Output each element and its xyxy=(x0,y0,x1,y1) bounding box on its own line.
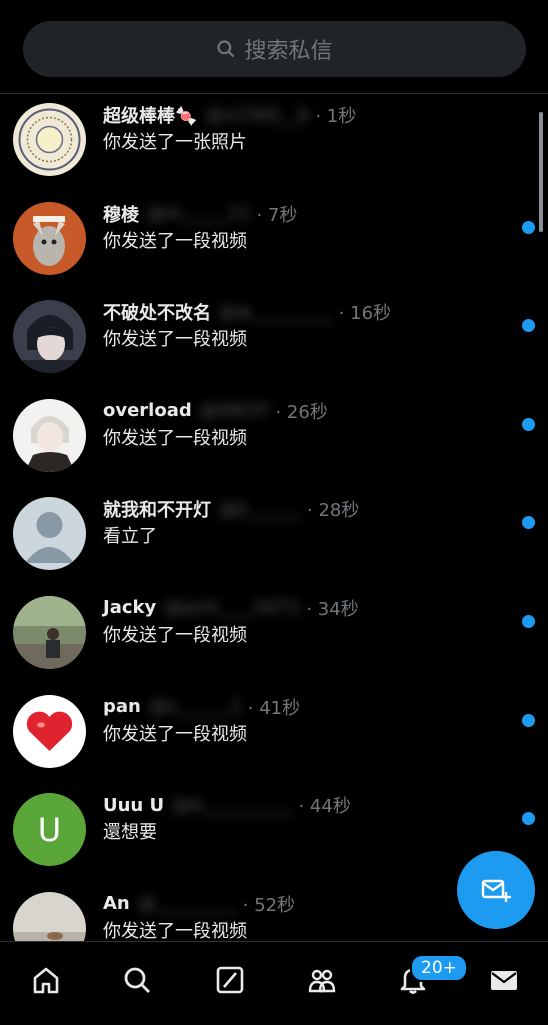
conversation-preview: 你发送了一段视频 xyxy=(103,427,247,449)
avatar[interactable] xyxy=(13,891,86,941)
bottom-nav: 20+ xyxy=(0,941,548,1025)
conversation-row[interactable]: 超级棒棒🍬 @x1560__6 · 1秒 你发送了一张照片 xyxy=(0,94,548,193)
avatar[interactable] xyxy=(13,300,86,374)
avatar[interactable]: U xyxy=(13,793,86,867)
conversation-preview: 你发送了一段视频 xyxy=(103,624,247,646)
nav-grok[interactable] xyxy=(210,960,250,1000)
nav-communities[interactable] xyxy=(302,960,342,1000)
conversation-name: 穆棱 xyxy=(103,204,139,226)
avatar[interactable] xyxy=(13,201,86,275)
unread-dot xyxy=(522,812,535,826)
nav-search[interactable] xyxy=(117,960,157,1000)
conversation-name: overload xyxy=(103,400,192,422)
conversation-row[interactable]: 穆棱 @m_____11 · 7秒 你发送了一段视频 xyxy=(0,193,548,292)
nav-home[interactable] xyxy=(26,960,66,1000)
conversation-row[interactable]: 就我和不开灯 @jl______ · 28秒 看立了 xyxy=(0,488,548,587)
conversation-name: Uuu U xyxy=(103,794,165,816)
unread-dot xyxy=(522,614,535,628)
search-placeholder: 搜索私信 xyxy=(244,39,333,64)
messages-icon xyxy=(491,971,517,990)
new-message-icon xyxy=(481,879,511,902)
conversation-time: · 16秒 xyxy=(338,303,392,325)
conversation-name: 不破处不改名 xyxy=(103,303,211,325)
conversation-handle: @A__________ xyxy=(172,794,293,816)
scrollbar[interactable] xyxy=(539,112,543,232)
conversation-preview: 你发送了一张照片 xyxy=(103,132,247,153)
conversation-row[interactable]: overload @4W3Y · 26秒 你发送了一段视频 xyxy=(0,390,548,489)
notifications-badge: 20+ xyxy=(410,954,468,982)
conversation-preview: 你发送了一段视频 xyxy=(103,920,247,941)
conversation-time: · 41秒 xyxy=(247,697,301,719)
conversation-handle: @jl______ xyxy=(219,498,302,520)
conversation-list[interactable]: 超级棒棒🍬 @x1560__6 · 1秒 你发送了一张照片 穆棱 @m_____… xyxy=(0,94,548,941)
new-message-button[interactable] xyxy=(457,851,535,929)
conversation-preview: 你发送了一段视频 xyxy=(103,723,247,745)
unread-dot xyxy=(522,220,535,234)
avatar[interactable] xyxy=(13,497,86,571)
conversation-handle: @w_________ xyxy=(219,301,333,323)
search-input[interactable]: 搜索私信 xyxy=(23,21,526,77)
communities-icon xyxy=(308,969,336,993)
conversation-time: · 34秒 xyxy=(306,598,359,620)
conversation-row[interactable]: Jacky @jack____h071 · 34秒 你发送了一段视频 xyxy=(0,587,548,686)
unread-dot xyxy=(522,319,535,333)
unread-dot xyxy=(522,417,535,431)
conversation-handle: @jack____h071 xyxy=(164,597,301,619)
conversation-name: 就我和不开灯 xyxy=(103,500,211,522)
conversation-time: · 7秒 xyxy=(256,204,298,226)
conversation-time: · 52秒 xyxy=(242,894,296,916)
conversation-handle: @z______1 xyxy=(148,696,242,718)
avatar[interactable] xyxy=(13,694,86,768)
unread-dot xyxy=(522,713,535,727)
conversation-preview: 還想要 xyxy=(103,822,157,844)
conversation-time: · 28秒 xyxy=(307,500,360,522)
conversation-preview: 看立了 xyxy=(103,526,157,548)
search-icon xyxy=(124,967,150,993)
conversation-handle: @4W3Y xyxy=(199,400,270,422)
conversation-name: pan xyxy=(103,696,141,718)
conversation-preview: 你发送了一段视频 xyxy=(103,329,247,351)
conversation-time: · 26秒 xyxy=(275,401,328,423)
conversation-handle: @x1560__6 xyxy=(205,104,310,126)
conversation-preview: 你发送了一段视频 xyxy=(103,230,247,252)
home-icon xyxy=(33,967,59,994)
conversation-time: · 1秒 xyxy=(315,106,357,127)
conversation-handle: @_________ xyxy=(137,893,237,915)
avatar[interactable] xyxy=(13,398,86,472)
conversation-handle: @m_____11 xyxy=(147,203,251,225)
conversation-name: An xyxy=(103,893,130,915)
grok-icon xyxy=(216,966,244,994)
conversation-time: · 44秒 xyxy=(298,796,351,818)
conversation-row[interactable]: pan @z______1 · 41秒 你发送了一段视频 xyxy=(0,686,548,785)
conversation-name: Jacky xyxy=(103,597,157,619)
conversation-name: 超级棒棒🍬 xyxy=(103,106,198,127)
search-icon xyxy=(217,40,235,58)
avatar[interactable] xyxy=(13,103,86,176)
unread-dot xyxy=(522,516,535,530)
avatar[interactable] xyxy=(13,595,86,669)
nav-messages[interactable] xyxy=(484,960,524,1000)
svg-text:U: U xyxy=(38,811,61,849)
conversation-row[interactable]: 不破处不改名 @w_________ · 16秒 你发送了一段视频 xyxy=(0,291,548,390)
